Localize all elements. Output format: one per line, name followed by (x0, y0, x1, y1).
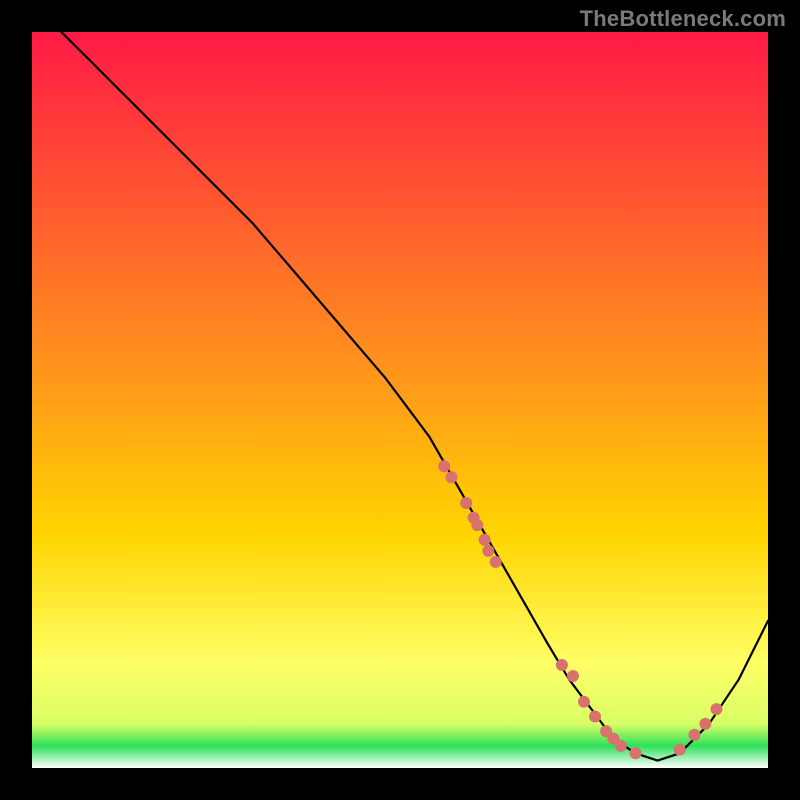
sample-point (567, 670, 579, 682)
sample-point (630, 747, 642, 759)
sample-point (490, 556, 502, 568)
bottleneck-chart (0, 0, 800, 800)
chart-frame: TheBottleneck.com (0, 0, 800, 800)
sample-point (589, 711, 601, 723)
sample-point (446, 471, 458, 483)
sample-point (471, 519, 483, 531)
sample-point (674, 744, 686, 756)
sample-point (688, 729, 700, 741)
sample-point (556, 659, 568, 671)
plot-gradient (32, 32, 768, 768)
sample-point (578, 696, 590, 708)
sample-point (699, 718, 711, 730)
watermark-label: TheBottleneck.com (580, 6, 786, 32)
sample-point (711, 703, 723, 715)
sample-point (460, 497, 472, 509)
sample-point (615, 740, 627, 752)
sample-point (438, 460, 450, 472)
sample-point (482, 545, 494, 557)
sample-point (479, 534, 491, 546)
